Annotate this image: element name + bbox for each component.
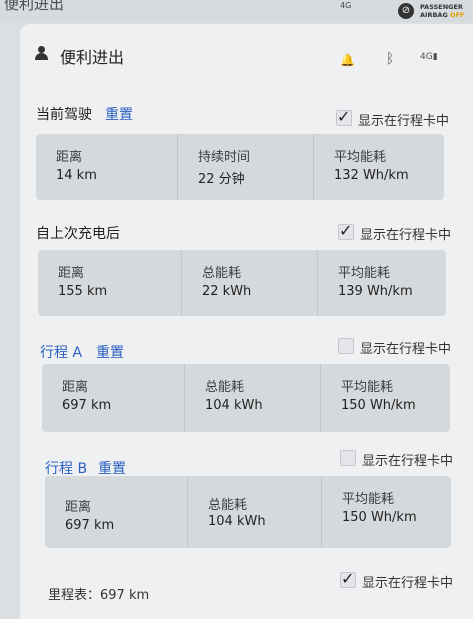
stats-card-trip-b: 距离 697 km 总能耗 104 kWh 平均能耗 150 Wh/km: [45, 476, 451, 548]
section-title-trip-a: 行程 A: [40, 345, 83, 361]
stat-value: 104 kWh: [205, 398, 263, 413]
stat-total-energy: 总能耗 104 kWh: [187, 476, 322, 548]
stat-label: 平均能耗: [342, 492, 395, 507]
stat-value: 22 分钟: [198, 172, 245, 187]
user-icon: [34, 46, 48, 60]
stat-label: 距离: [62, 380, 89, 395]
stat-value: 697 km: [62, 398, 112, 413]
stats-card-trip-a: 距离 697 km 总能耗 104 kWh 平均能耗 150 Wh/km: [42, 364, 450, 432]
bluetooth-icon[interactable]: ᛒ: [386, 51, 394, 67]
reset-current-drive-button[interactable]: 重置: [105, 104, 133, 124]
stat-label: 总能耗: [208, 498, 248, 513]
stat-value: 150 Wh/km: [342, 510, 417, 525]
reset-trip-a-button[interactable]: 重置: [96, 342, 124, 362]
stats-card-since-last-charge: 距离 155 km 总能耗 22 kWh 平均能耗 139 Wh/km: [38, 250, 446, 316]
stat-label: 距离: [65, 500, 92, 515]
stat-label: 总能耗: [202, 266, 242, 281]
airbag-line2: AIRBAG: [420, 11, 448, 19]
page-title: 便利进出: [60, 48, 125, 67]
show-in-trip-card-checkbox[interactable]: ✓: [340, 569, 356, 588]
stat-distance: 距离 697 km: [45, 476, 187, 548]
passenger-airbag-indicator: ⊘ PASSENGER AIRBAG OFF: [398, 2, 470, 20]
stat-value: 150 Wh/km: [341, 398, 416, 413]
checkbox-label: 显示在行程卡中: [360, 228, 452, 243]
airbag-icon: ⊘: [398, 3, 414, 19]
stat-label: 距离: [56, 150, 83, 165]
stat-value: 139 Wh/km: [338, 284, 413, 299]
stat-label: 平均能耗: [338, 266, 391, 281]
stat-value: 14 km: [56, 168, 97, 183]
stat-label: 总能耗: [205, 380, 245, 395]
show-in-trip-card-checkbox[interactable]: [338, 338, 354, 354]
signal-indicator: 4G: [340, 1, 352, 10]
stat-duration: 持续时间 22 分钟: [177, 134, 314, 200]
stat-value: 22 kWh: [202, 284, 252, 299]
stat-total-energy: 总能耗 104 kWh: [184, 364, 321, 432]
airbag-state: OFF: [450, 11, 465, 19]
checkbox-label: 显示在行程卡中: [362, 576, 454, 591]
stat-value: 104 kWh: [208, 514, 266, 529]
checkbox-label: 显示在行程卡中: [362, 454, 454, 469]
bell-icon[interactable]: 🔔: [340, 53, 355, 67]
stat-distance: 距离 697 km: [42, 364, 184, 432]
window-title: 便利进出: [4, 0, 65, 13]
stat-value: 155 km: [58, 284, 108, 299]
reset-trip-b-button[interactable]: 重置: [98, 458, 126, 478]
show-in-trip-card-checkbox[interactable]: [340, 450, 356, 466]
stat-avg-consumption: 平均能耗 150 Wh/km: [320, 364, 451, 432]
show-in-trip-card-checkbox[interactable]: ✓: [336, 107, 352, 126]
stat-distance: 距离 155 km: [38, 250, 181, 316]
stat-label: 持续时间: [198, 150, 251, 165]
checkbox-label: 显示在行程卡中: [360, 342, 452, 357]
stat-label: 平均能耗: [341, 380, 394, 395]
section-title-since-last-charge: 自上次充电后: [36, 226, 120, 242]
checkbox-label: 显示在行程卡中: [358, 114, 450, 129]
show-in-trip-card-checkbox[interactable]: ✓: [338, 221, 354, 240]
stat-distance: 距离 14 km: [36, 134, 177, 200]
stat-label: 距离: [58, 266, 85, 281]
status-bar: 便利进出 4G ⊘ PASSENGER AIRBAG OFF: [0, 0, 473, 22]
stat-avg-consumption: 平均能耗 139 Wh/km: [317, 250, 447, 316]
stat-total-energy: 总能耗 22 kWh: [181, 250, 318, 316]
stat-avg-consumption: 平均能耗 150 Wh/km: [321, 476, 452, 548]
stat-label: 平均能耗: [334, 150, 387, 165]
section-title-trip-b: 行程 B: [45, 461, 88, 477]
airbag-line1: PASSENGER: [420, 3, 463, 11]
stat-value: 697 km: [65, 518, 115, 533]
stat-avg-consumption: 平均能耗 132 Wh/km: [313, 134, 445, 200]
lte-signal-icon[interactable]: 4G▮: [420, 52, 438, 62]
odometer-reading: 里程表：697 km: [48, 588, 150, 603]
section-title-current-drive: 当前驾驶: [36, 107, 92, 123]
stats-card-current-drive: 距离 14 km 持续时间 22 分钟 平均能耗 132 Wh/km: [36, 134, 444, 200]
stat-value: 132 Wh/km: [334, 168, 409, 183]
